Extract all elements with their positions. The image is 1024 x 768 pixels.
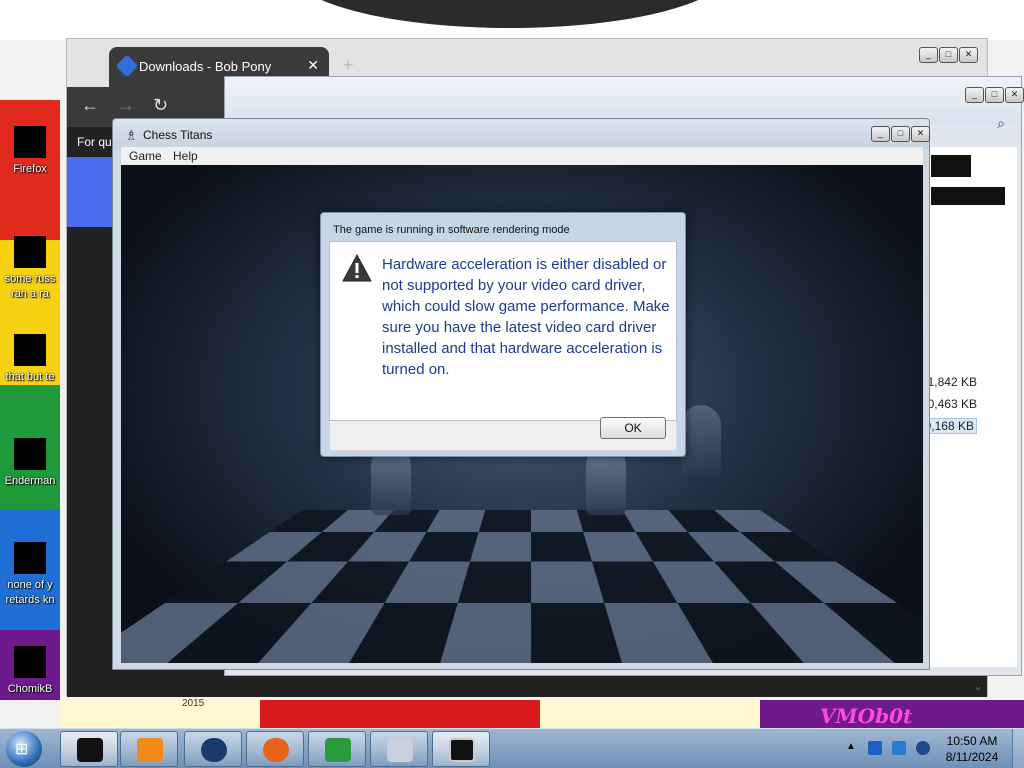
desktop-icon-label: ChomikB (7, 683, 53, 695)
maximize-button[interactable]: □ (939, 47, 958, 63)
volume-icon[interactable] (916, 741, 930, 755)
firefox-icon (14, 126, 46, 158)
console-icon (449, 738, 475, 762)
windows-logo-icon: ⊞ (15, 741, 29, 758)
desktop-icon-label: none of y (7, 579, 53, 591)
desktop-icon-label: some russ (4, 273, 56, 285)
back-button[interactable]: ← (81, 95, 99, 116)
ok-button[interactable]: OK (600, 417, 666, 439)
close-button[interactable]: ✕ (1005, 87, 1024, 103)
wallpaper-shape (290, 0, 730, 28)
chess-caption-buttons: _ □ ✕ (871, 126, 930, 142)
dialog-message: Hardware acceleration is either disabled… (382, 256, 670, 378)
page-text: For qui (77, 135, 115, 149)
clock-date: 8/11/2024 (945, 750, 999, 764)
desktop-icon-none[interactable]: none of y retards kn (0, 542, 60, 608)
clock[interactable]: 10:50 AM 8/11/2024 (934, 733, 1010, 765)
desktop-icon-label: Firefox (13, 163, 47, 175)
show-desktop-button[interactable] (1012, 729, 1024, 768)
chess-board[interactable] (121, 509, 923, 663)
globe-icon (201, 738, 227, 762)
desktop-icon-label-line2: retards kn (5, 594, 55, 606)
software-rendering-dialog: The game is running in software renderin… (320, 212, 686, 457)
new-tab-button[interactable]: + (343, 55, 354, 76)
browser-caption-buttons: _ □ ✕ (919, 47, 978, 63)
desktop-icon-button[interactable]: that but te (0, 334, 60, 385)
warning-icon (342, 254, 372, 282)
start-button[interactable]: ⊞ (6, 731, 42, 767)
file-icon (14, 542, 46, 574)
reload-button[interactable]: ↻ (153, 95, 168, 116)
dialog-body: Hardware acceleration is either disabled… (329, 241, 677, 421)
taskbar-button-recycle[interactable] (370, 731, 428, 767)
browser-tab-title: Downloads - Bob Pony (139, 59, 272, 74)
wallpaper-text: VMOb0t (820, 704, 913, 728)
minimize-button[interactable]: _ (965, 87, 984, 103)
chess-titlebar: ♗ Chess Titans _ □ ✕ (113, 119, 930, 149)
taskbar-button-firefox[interactable] (246, 731, 304, 767)
close-button[interactable]: ✕ (911, 126, 930, 142)
desktop-icon-label-line2: ran a ra (11, 288, 49, 300)
file-icon (14, 236, 46, 268)
firefox-icon (263, 738, 289, 762)
desktop-icon-label: that but te (5, 371, 55, 383)
file-icon (14, 334, 46, 366)
taskbar-button-network[interactable] (184, 731, 242, 767)
minimize-button[interactable]: _ (919, 47, 938, 63)
menu-game[interactable]: Game (129, 149, 162, 163)
thumbnail (931, 155, 971, 177)
taskbar: ⊞ ▲ 10:50 AM 8/11/2024 (0, 728, 1024, 768)
desktop-icon-chomik[interactable]: ChomikB (0, 646, 60, 697)
recycle-bin-icon (387, 738, 413, 762)
clock-time: 10:50 AM (946, 734, 998, 748)
explorer-caption-buttons: _ □ ✕ (965, 87, 1024, 103)
desktop-icon-firefox[interactable]: Firefox (0, 126, 60, 177)
chess-menubar: Game Help (121, 147, 923, 165)
program-icon (14, 438, 46, 470)
dialog-title: The game is running in software renderin… (333, 224, 570, 236)
taskbar-button-downloader[interactable] (308, 731, 366, 767)
network-icon[interactable] (892, 741, 906, 755)
close-tab-icon[interactable]: ✕ (307, 57, 319, 74)
chess-pawn[interactable] (681, 405, 721, 475)
taskbar-button-terminal[interactable] (60, 731, 118, 767)
chess-piece-icon: ♗ (125, 127, 138, 143)
download-manager-icon (325, 738, 351, 762)
maximize-button[interactable]: □ (891, 126, 910, 142)
menu-help[interactable]: Help (173, 149, 198, 163)
redacted-item (931, 187, 1005, 205)
desktop-icon-label: Enderman (4, 475, 56, 487)
wallpaper-year: 2015 (182, 698, 205, 709)
search-icon[interactable]: ⌕ (997, 115, 1005, 132)
program-icon (14, 646, 46, 678)
terminal-icon (77, 738, 103, 762)
close-button[interactable]: ✕ (959, 47, 978, 63)
desktop-icon-enderman[interactable]: Enderman (0, 438, 60, 489)
taskbar-button-console[interactable] (432, 731, 490, 767)
show-hidden-icons-button[interactable]: ▲ (846, 741, 856, 752)
site-favicon-icon (115, 54, 139, 78)
taskbar-button-media-player[interactable] (120, 731, 178, 767)
desktop-icon-russ[interactable]: some russ ran a ra (0, 236, 60, 302)
maximize-button[interactable]: □ (985, 87, 1004, 103)
wallpaper-stripe (0, 190, 60, 240)
minimize-button[interactable]: _ (871, 126, 890, 142)
forward-button[interactable]: → (117, 95, 135, 116)
security-icon[interactable] (868, 741, 882, 755)
file-size: 1,842 KB (927, 375, 977, 389)
media-player-icon (137, 738, 163, 762)
window-title: Chess Titans (143, 128, 213, 142)
scroll-down-icon[interactable]: ⌄ (973, 679, 983, 693)
